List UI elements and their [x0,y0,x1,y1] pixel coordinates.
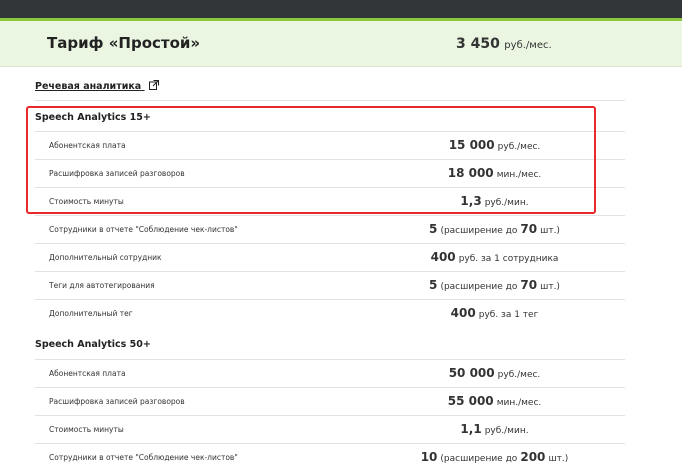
row-label: Сотрудники в отчете "Соблюдение чек-лист… [49,225,238,234]
row-value: 15 000 руб./мес. [367,138,622,152]
row-value: 1,3 руб./мин. [367,194,622,208]
table-row: Расшифровка записей разговоров 18 000 мин… [35,159,625,188]
value-number: 400 [450,306,476,320]
table-row: Стоимость минуты 1,3 руб./мин. [35,187,625,216]
row-value: 400 руб. за 1 тег [367,306,622,320]
value-number: 1,1 [460,422,482,436]
row-label: Расшифровка записей разговоров [49,169,185,178]
table-row: Дополнительный тег 400 руб. за 1 тег [35,299,625,328]
value-unit: мин./мес. [496,170,542,180]
plan-header: Тариф «Простой» 3 450 руб./мес. [0,21,682,67]
table-row: Дополнительный сотрудник 400 руб. за 1 со… [35,243,625,272]
value-number: 10 [420,450,438,464]
row-value: 10 (расширение до 200 шт.) [367,450,622,464]
value-number: 400 [430,250,456,264]
row-value: 5 (расширение до 70 шт.) [367,222,622,236]
table-row: Теги для автотегирования 5 (расширение до… [35,271,625,300]
table-row: Расшифровка записей разговоров 55 000 мин… [35,387,625,416]
value-unit: руб./мес. [497,142,541,152]
value-number: 1,3 [460,194,482,208]
value-unit: руб. за 1 тег [478,310,539,320]
table-row: Абонентская плата 15 000 руб./мес. [35,131,625,160]
top-navbar [0,0,682,18]
value-limit: 70 [520,278,538,292]
value-unit: (расширение до [440,226,518,236]
table-row: Абонентская плата 50 000 руб./мес. [35,359,625,388]
value-limit: 70 [520,222,538,236]
row-label: Расшифровка записей разговоров [49,397,185,406]
value-number: 50 000 [448,366,495,380]
row-label: Теги для автотегирования [49,281,155,290]
value-unit: мин./мес. [496,398,542,408]
row-value: 5 (расширение до 70 шт.) [367,278,622,292]
external-link-icon [148,80,159,90]
value-number: 15 000 [448,138,495,152]
value-unit: (расширение до [440,454,518,464]
row-value: 1,1 руб./мин. [367,422,622,436]
value-limit-unit: шт.) [540,282,560,292]
value-unit: руб./мин. [484,426,529,436]
value-limit-unit: шт.) [540,226,560,236]
table-row: Сотрудники в отчете "Соблюдение чек-лист… [35,215,625,244]
value-unit: руб./мин. [484,198,529,208]
value-number: 18 000 [447,166,494,180]
row-label: Абонентская плата [49,369,126,378]
plan-price-unit: руб./мес. [504,40,552,51]
table-row: Сотрудники в отчете "Соблюдение чек-лист… [35,443,625,472]
speech-analytics-link[interactable]: Речевая аналитика [35,80,159,92]
row-label: Сотрудники в отчете "Соблюдение чек-лист… [49,453,238,462]
row-value: 55 000 мин./мес. [367,394,622,408]
row-label: Стоимость минуты [49,425,124,434]
plan-price: 3 450 руб./мес. [456,36,552,52]
value-unit: руб. за 1 сотрудника [458,254,559,264]
value-unit: (расширение до [440,282,518,292]
section-link-label: Речевая аналитика [35,81,142,92]
divider [35,100,625,101]
table-row: Стоимость минуты 1,1 руб./мин. [35,415,625,444]
row-value: 400 руб. за 1 сотрудника [367,250,622,264]
value-number: 5 [429,278,438,292]
value-unit: руб./мес. [497,370,541,380]
row-value: 18 000 мин./мес. [367,166,622,180]
row-value: 50 000 руб./мес. [367,366,622,380]
row-label: Абонентская плата [49,141,126,150]
value-limit: 200 [520,450,546,464]
plan-name: Тариф «Простой» [47,34,201,52]
value-number: 5 [429,222,438,236]
group-title: Speech Analytics 50+ [35,339,151,350]
plan-price-value: 3 450 [456,36,500,52]
row-label: Стоимость минуты [49,197,124,206]
value-limit-unit: шт.) [548,454,569,464]
group-title: Speech Analytics 15+ [35,112,151,123]
row-label: Дополнительный сотрудник [49,253,162,262]
value-number: 55 000 [447,394,494,408]
row-label: Дополнительный тег [49,309,133,318]
